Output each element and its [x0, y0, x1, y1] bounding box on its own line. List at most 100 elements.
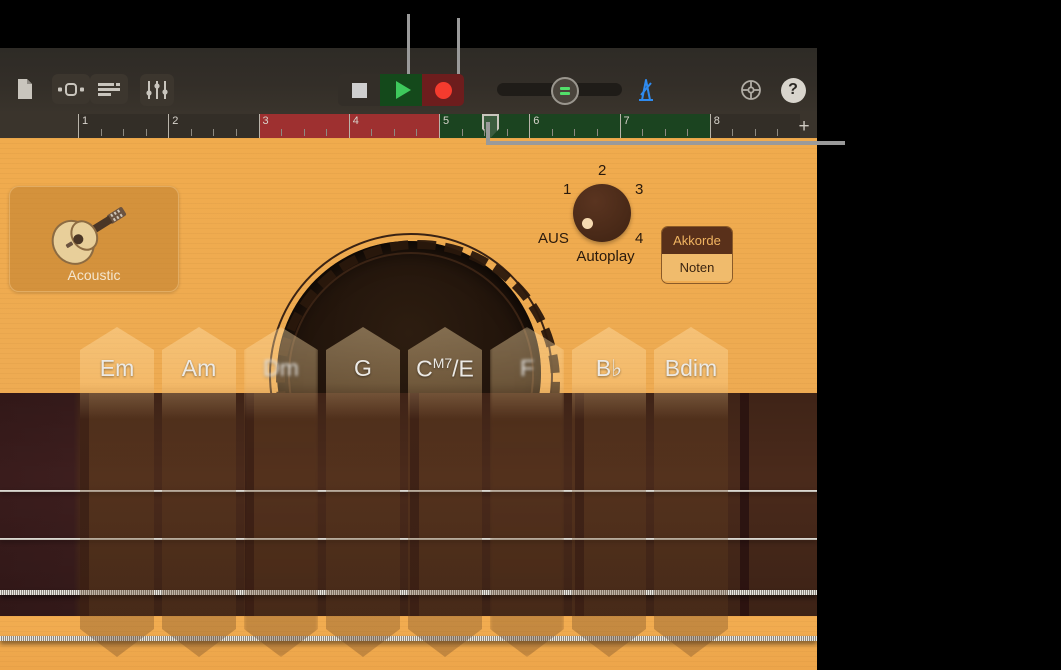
ruler-tick — [755, 129, 756, 136]
position-slider-knob[interactable] — [551, 77, 579, 105]
autoplay-position-2[interactable]: 2 — [598, 162, 606, 179]
autoplay-off-label[interactable]: AUS — [538, 230, 569, 247]
ruler-tick — [507, 129, 508, 136]
autoplay-title: Autoplay — [543, 248, 668, 265]
ruler-bar-line — [439, 114, 440, 138]
chord-button[interactable]: Em — [80, 327, 154, 657]
playhead[interactable] — [482, 114, 499, 138]
ruler-bar-line — [620, 114, 621, 138]
chord-button[interactable]: B♭ — [572, 327, 646, 657]
callout-line-playhead-horizontal — [486, 141, 845, 145]
autoplay-position-4[interactable]: 4 — [635, 230, 643, 247]
chord-button[interactable]: F — [490, 327, 564, 657]
chord-label: B♭ — [572, 355, 646, 382]
ruler-tick — [304, 129, 305, 136]
ruler-bar-number: 4 — [353, 115, 359, 127]
timeline-ruler[interactable]: 1 2 3 4 5 6 7 8 + — [0, 114, 817, 138]
ruler-tick — [281, 129, 282, 136]
chord-label: Bdim — [654, 355, 728, 382]
record-button[interactable] — [422, 74, 464, 106]
mode-option-notes[interactable]: Noten — [662, 254, 732, 281]
chord-button[interactable]: CM7/E — [408, 327, 482, 657]
ruler-tick — [687, 129, 688, 136]
gear-icon[interactable] — [735, 74, 767, 106]
document-icon[interactable] — [10, 74, 40, 104]
ruler-bars[interactable]: 1 2 3 4 5 6 7 8 — [78, 114, 800, 138]
ruler-bar[interactable]: 2 — [168, 114, 258, 138]
chord-label: Am — [162, 355, 236, 382]
chord-button[interactable]: Am — [162, 327, 236, 657]
chord-label: CM7/E — [408, 355, 482, 383]
chord-button[interactable]: Dm — [244, 327, 318, 657]
play-button[interactable] — [380, 74, 422, 106]
ruler-bar-number: 2 — [172, 115, 178, 127]
autoplay-control[interactable]: AUS 1 2 3 4 Autoplay — [543, 158, 668, 268]
ruler-bar-number: 1 — [82, 115, 88, 127]
instrument-name: Acoustic — [10, 267, 178, 283]
ruler-tick — [146, 129, 147, 136]
mode-option-chords[interactable]: Akkorde — [662, 227, 732, 254]
ruler-bar[interactable]: 4 — [349, 114, 439, 138]
chord-label: F — [490, 355, 564, 382]
ruler-tick — [574, 129, 575, 136]
chord-label: Em — [80, 355, 154, 382]
ruler-tick — [665, 129, 666, 136]
ruler-bar-line — [78, 114, 79, 138]
ruler-bar[interactable]: 7 — [620, 114, 710, 138]
chord-label: Dm — [244, 355, 318, 382]
knob-bar — [560, 92, 570, 95]
ruler-bar-line — [168, 114, 169, 138]
chord-label: G — [326, 355, 400, 382]
autoplay-knob-indicator — [582, 218, 593, 229]
ruler-bar-number: 6 — [533, 115, 539, 127]
ruler-tick — [552, 129, 553, 136]
ruler-bar[interactable]: 6 — [529, 114, 619, 138]
ruler-tick — [326, 129, 327, 136]
record-icon — [435, 82, 452, 99]
ruler-tick — [462, 129, 463, 136]
ruler-tick — [191, 129, 192, 136]
ruler-tick — [236, 129, 237, 136]
autoplay-position-1[interactable]: 1 — [563, 181, 571, 198]
ruler-tick — [371, 129, 372, 136]
metronome-icon[interactable] — [630, 74, 662, 106]
callout-line-play — [407, 14, 410, 74]
add-track-button[interactable]: + — [795, 117, 813, 135]
ruler-tick — [777, 129, 778, 136]
ruler-tick — [597, 129, 598, 136]
ruler-tick — [213, 129, 214, 136]
track-list-icon[interactable] — [90, 74, 128, 104]
ruler-bar[interactable]: 8 — [710, 114, 800, 138]
instrument-selector[interactable]: Acoustic — [9, 186, 179, 292]
instrument-body: Acoustic AUS 1 2 3 4 Autoplay Akkorde No… — [0, 138, 817, 670]
playhead-marker — [482, 114, 499, 138]
ruler-bar-line — [259, 114, 260, 138]
knob-bar — [560, 87, 570, 90]
callout-line-record — [457, 18, 460, 74]
ruler-bar[interactable]: 1 — [78, 114, 168, 138]
help-glyph: ? — [781, 78, 806, 103]
mixer-sliders-icon[interactable] — [140, 74, 174, 106]
ruler-bar-line — [710, 114, 711, 138]
play-icon — [396, 81, 411, 99]
acoustic-guitar-icon — [50, 194, 140, 266]
ruler-bar-number: 5 — [443, 115, 449, 127]
stop-button[interactable] — [338, 74, 380, 106]
chord-button[interactable]: G — [326, 327, 400, 657]
ruler-bar-line — [529, 114, 530, 138]
ruler-bar[interactable]: 3 — [259, 114, 349, 138]
mode-toggle[interactable]: Akkorde Noten — [661, 226, 733, 284]
ruler-bar-line — [349, 114, 350, 138]
ruler-tick — [101, 129, 102, 136]
chord-button[interactable]: Bdim — [654, 327, 728, 657]
ruler-tick — [123, 129, 124, 136]
ruler-bar-number: 7 — [624, 115, 630, 127]
autoplay-position-3[interactable]: 3 — [635, 181, 643, 198]
group-tracks-icon[interactable] — [52, 74, 90, 104]
autoplay-knob[interactable] — [573, 184, 631, 242]
ruler-tick — [416, 129, 417, 136]
help-icon[interactable]: ? — [777, 74, 809, 106]
ruler-bar-number: 3 — [263, 115, 269, 127]
ruler-tick — [732, 129, 733, 136]
transport-controls — [338, 74, 464, 106]
